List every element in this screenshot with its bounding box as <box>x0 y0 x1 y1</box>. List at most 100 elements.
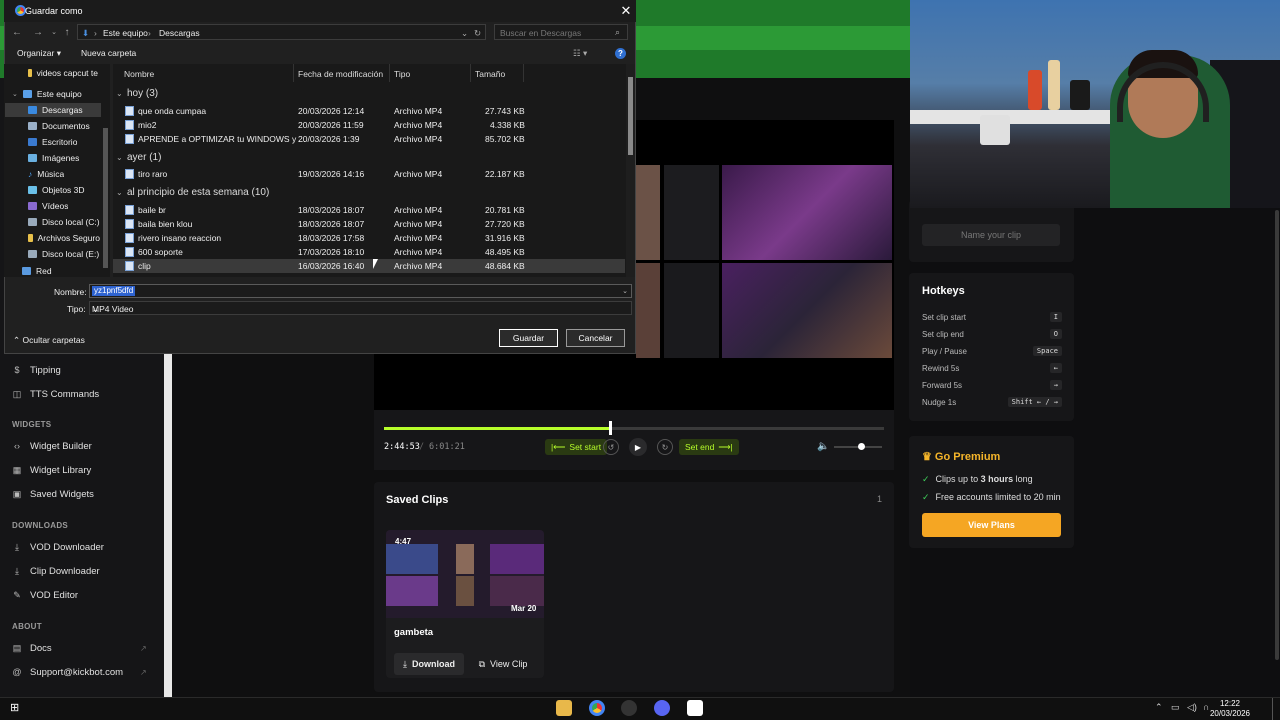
address-bar[interactable]: ⬇ › Este equipo › Descargas ⌄ ↻ <box>77 24 486 40</box>
chevron-down-icon[interactable]: ⌄ <box>622 287 628 295</box>
new-folder-button[interactable]: Nueva carpeta <box>81 48 136 58</box>
file-row[interactable]: APRENDE a OPTIMIZAR tu WINDOWS y ... 20/0… <box>113 132 625 146</box>
file-row[interactable]: que onda cumpaa 20/03/2026 12:14 Archivo M… <box>113 104 625 118</box>
chevron-down-icon[interactable]: ⌄ <box>461 28 468 39</box>
page-scrollbar[interactable] <box>1273 208 1280 663</box>
up-icon[interactable]: ↑ <box>60 25 74 39</box>
network-icon[interactable]: ▭ <box>1171 702 1180 713</box>
forward-icon[interactable]: ↻ <box>657 439 673 455</box>
set-end-button[interactable]: Set end ⟶| <box>679 439 739 455</box>
filename-input[interactable]: yz1pnf5dfd ⌄ <box>89 284 632 298</box>
column-divider[interactable] <box>389 64 390 82</box>
filetype-select[interactable]: MP4 Video ⌄ <box>89 301 632 315</box>
sidebar-item-widget-library[interactable]: ▦ Widget Library <box>12 460 92 480</box>
sidebar-item-clip-downloader[interactable]: ⤓ Clip Downloader <box>12 561 100 581</box>
windows-start-icon[interactable]: ⊞ <box>10 701 19 714</box>
file-row[interactable]: rivero insano reaccion 18/03/2026 17:58 Ar… <box>113 231 625 245</box>
set-start-button[interactable]: |⟵ Set start <box>545 439 608 455</box>
view-clip-button[interactable]: ⧉ View Clip <box>470 653 536 675</box>
file-row[interactable]: 600 soporte 17/03/2026 18:10 Archivo MP4 48… <box>113 245 625 259</box>
nav-item-documentos[interactable]: Documentos <box>28 119 90 133</box>
volume-slider[interactable] <box>834 443 882 450</box>
computer-icon <box>22 90 32 98</box>
sidebar-item-tts[interactable]: ◫ TTS Commands <box>12 384 99 404</box>
sidebar-item-widget-builder[interactable]: ‹› Widget Builder <box>12 436 92 456</box>
file-list-scrollbar[interactable] <box>626 64 635 277</box>
volume-icon[interactable]: 🔈 <box>817 441 829 452</box>
nav-scrollbar[interactable] <box>101 64 109 277</box>
download-folder-icon <box>28 106 37 114</box>
nav-item-musica[interactable]: ♪ Música <box>28 167 64 181</box>
progress-handle[interactable] <box>608 421 612 435</box>
breadcrumb-este-equipo[interactable]: Este equipo <box>103 28 148 38</box>
chevron-up-icon[interactable]: ⌃ <box>1155 702 1163 713</box>
view-plans-button[interactable]: View Plans <box>922 513 1061 537</box>
page-scrollbar-thumb[interactable] <box>1275 210 1279 660</box>
help-icon[interactable]: ? <box>615 48 626 59</box>
file-explorer-icon[interactable] <box>556 700 572 716</box>
dialog-titlebar[interactable]: Guardar como <box>4 0 636 22</box>
nav-item-archivos-seguro[interactable]: Archivos Seguro <box>28 231 100 245</box>
obs-icon[interactable] <box>621 700 637 716</box>
name-clip-button[interactable]: Name your clip <box>922 224 1060 246</box>
group-header-semana[interactable]: ⌄ al principio de esta semana (10) <box>116 187 269 198</box>
taskbar-clock[interactable]: 12:22 20/03/2026 <box>1200 697 1260 720</box>
file-row[interactable]: tiro raro 19/03/2026 14:16 Archivo MP4 22.1… <box>113 167 625 181</box>
nav-item-objetos-3d[interactable]: Objetos 3D <box>28 183 85 197</box>
rewind-icon[interactable]: ↺ <box>603 439 619 455</box>
view-options-icon[interactable]: ☷ ▾ <box>573 48 587 59</box>
capcut-icon[interactable] <box>687 700 703 716</box>
nav-item-escritorio[interactable]: Escritorio <box>28 135 77 149</box>
sidebar-item-tipping[interactable]: $ Tipping <box>12 360 60 380</box>
column-fecha[interactable]: Fecha de modificación <box>298 69 383 79</box>
chevron-down-icon[interactable]: ⌄ <box>47 25 61 39</box>
back-icon[interactable]: ← <box>10 25 24 39</box>
search-input[interactable]: Buscar en Descargas <box>494 24 628 40</box>
organize-menu[interactable]: Organizar ▾ <box>17 48 61 59</box>
refresh-icon[interactable]: ↻ <box>474 28 481 39</box>
nav-item-descargas[interactable]: Descargas <box>28 103 83 117</box>
nav-item-disco-e[interactable]: Disco local (E:) <box>28 247 99 261</box>
volume-handle[interactable] <box>858 443 865 450</box>
cancel-button[interactable]: Cancelar <box>566 329 625 347</box>
sidebar-item-support[interactable]: @ Support@kickbot.com ↗ <box>12 662 146 682</box>
volume-icon[interactable]: ◁) <box>1187 702 1197 713</box>
breadcrumb-descargas[interactable]: Descargas <box>159 28 200 38</box>
group-header-hoy[interactable]: ⌄ hoy (3) <box>116 88 158 99</box>
play-icon[interactable]: ▶ <box>629 438 647 456</box>
download-button[interactable]: ⤓ Download <box>394 653 464 675</box>
file-list-scrollbar-thumb[interactable] <box>628 77 633 155</box>
download-icon: ⤓ <box>15 541 19 552</box>
file-row[interactable]: mio2 20/03/2026 11:59 Archivo MP4 4.338 KB <box>113 118 625 132</box>
nav-item-videos[interactable]: Vídeos <box>28 199 68 213</box>
nav-item-videos-capcut[interactable]: videos capcut te <box>28 66 98 80</box>
column-tamano[interactable]: Tamaño <box>475 69 505 79</box>
progress-bar[interactable] <box>384 421 884 435</box>
discord-icon[interactable] <box>654 700 670 716</box>
file-row[interactable]: clip 16/03/2026 16:40 Archivo MP4 48.684 KB <box>113 259 625 273</box>
column-divider[interactable] <box>293 64 294 82</box>
nav-item-este-equipo[interactable]: ⌄ Este equipo <box>12 87 82 101</box>
sidebar-item-vod-editor[interactable]: ✎ VOD Editor <box>12 585 78 605</box>
nav-item-red[interactable]: Red <box>22 266 52 276</box>
column-nombre[interactable]: Nombre <box>124 69 154 79</box>
show-desktop-button[interactable] <box>1272 698 1273 720</box>
column-divider[interactable] <box>523 64 524 82</box>
nav-item-imagenes[interactable]: Imágenes <box>28 151 79 165</box>
sidebar-item-docs[interactable]: ▤ Docs ↗ <box>12 638 147 658</box>
nav-item-disco-c[interactable]: Disco local (C:) <box>28 215 100 229</box>
close-icon[interactable]: ✕ <box>618 3 634 19</box>
sidebar-item-saved-widgets[interactable]: ▣ Saved Widgets <box>12 484 94 504</box>
column-divider[interactable] <box>470 64 471 82</box>
column-tipo[interactable]: Tipo <box>394 69 410 79</box>
save-button[interactable]: Guardar <box>499 329 558 347</box>
file-row[interactable]: baila bien klou 18/03/2026 18:07 Archivo M… <box>113 217 625 231</box>
group-header-ayer[interactable]: ⌄ ayer (1) <box>116 152 161 163</box>
nav-scrollbar-thumb[interactable] <box>103 128 108 268</box>
sidebar-item-vod-downloader[interactable]: ⤓ VOD Downloader <box>12 537 104 557</box>
file-row[interactable]: baile br 18/03/2026 18:07 Archivo MP4 20.78… <box>113 203 625 217</box>
forward-icon[interactable]: → <box>31 25 45 39</box>
chrome-taskbar-icon[interactable] <box>589 700 605 716</box>
taskbar <box>0 697 1280 720</box>
hide-folders-toggle[interactable]: ⌃ Ocultar carpetas <box>13 335 85 346</box>
